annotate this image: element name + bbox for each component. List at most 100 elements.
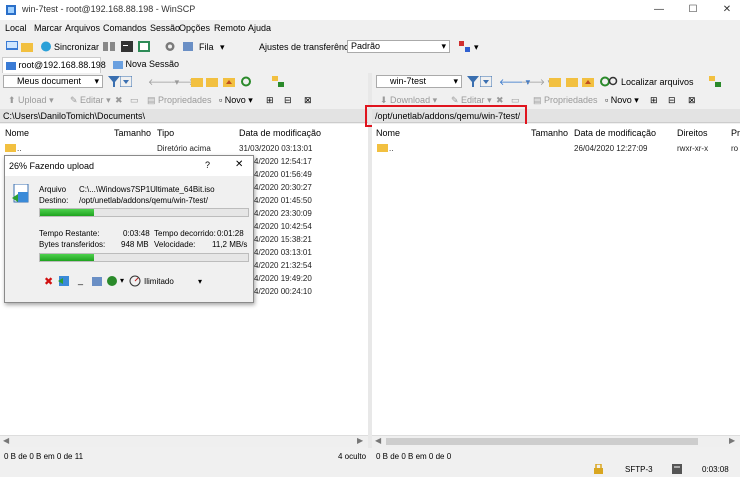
elapsed-value: 0:01:28 [217, 229, 244, 238]
rename-icon[interactable]: ▭ [130, 95, 139, 106]
unselect-icon[interactable]: ⊟ [668, 95, 676, 106]
find-icon[interactable] [272, 76, 284, 89]
right-col-name[interactable]: Nome [376, 128, 400, 138]
select-all-icon[interactable]: ⊞ [650, 95, 658, 106]
sync-button[interactable]: Sincronizar [54, 42, 99, 52]
left-col-name[interactable]: Nome [5, 128, 29, 138]
speed-limit-dropdown-icon[interactable]: ▾ [198, 277, 202, 286]
find-files-button[interactable]: Localizar arquivos [621, 77, 694, 87]
sync-icon[interactable] [40, 41, 52, 54]
filter-icon[interactable] [108, 76, 120, 89]
scroll-left-icon[interactable]: ◀ [375, 436, 381, 445]
right-col-date[interactable]: Data de modificação [574, 128, 656, 138]
compare-icon[interactable] [709, 76, 721, 89]
new-button[interactable]: ▫ Novo ▾ [605, 95, 639, 106]
refresh-icon[interactable] [240, 76, 252, 89]
minimize-dialog-icon[interactable]: _ [78, 275, 83, 285]
chevron-down-icon: ▾ [94, 76, 99, 86]
filter-mask-icon[interactable]: ⊠ [304, 95, 312, 106]
left-path-text: C:\Users\DaniloTomich\Documents\ [3, 111, 146, 121]
settings-gear-icon[interactable] [164, 41, 176, 54]
filter-dropdown-icon[interactable] [479, 75, 493, 89]
left-col-type[interactable]: Tipo [157, 128, 174, 138]
left-location-select[interactable]: Meus document ▾ [3, 75, 103, 88]
menu-comandos[interactable]: Comandos [103, 23, 147, 33]
minimize-button[interactable]: — [652, 3, 666, 17]
terminal-icon[interactable] [121, 41, 133, 54]
edit-button[interactable]: ✎ Editar ▾ [70, 95, 111, 106]
right-location-select[interactable]: win-7test ▾ [376, 75, 462, 88]
new-button[interactable]: ▫ Novo ▾ [219, 95, 253, 106]
properties-button[interactable]: ▤ Propriedades [147, 95, 212, 106]
total-progress-bar [39, 253, 249, 262]
forward-arrow-icon[interactable]: 🡒 ▾ [521, 77, 552, 88]
local-panel-icon[interactable] [6, 41, 18, 54]
window-title: win-7test - root@192.168.88.198 - WinSCP [22, 4, 196, 14]
unselect-icon[interactable]: ⊟ [284, 95, 292, 106]
left-hidden-count[interactable]: 4 oculto [338, 452, 366, 461]
left-row-name[interactable]: .. [17, 144, 21, 153]
right-col-rights[interactable]: Direitos [677, 128, 708, 138]
tab-session[interactable]: root@192.168.88.198 [2, 57, 106, 73]
speed-limit-select[interactable]: Ilimitado [144, 277, 174, 286]
menu-local[interactable]: Local [5, 23, 27, 33]
delete-icon[interactable]: ✖ [115, 95, 123, 106]
menu-ajuda[interactable]: Ajuda [248, 23, 271, 33]
chevron-down-icon: ▾ [441, 41, 446, 51]
root-folder-icon[interactable] [206, 76, 218, 89]
left-col-date[interactable]: Data de modificação [239, 128, 321, 138]
filter-icon[interactable] [467, 76, 479, 89]
menu-remoto[interactable]: Remoto [214, 23, 246, 33]
elapsed-label: Tempo decorrido: [154, 229, 216, 238]
root-folder-icon[interactable] [566, 76, 578, 89]
scroll-thumb[interactable] [386, 438, 698, 445]
dialog-close-button[interactable]: ✕ [235, 159, 243, 170]
compare-dirs-icon[interactable] [103, 41, 115, 54]
properties-button[interactable]: ▤ Propriedades [533, 95, 598, 106]
move-to-background-icon[interactable] [58, 275, 70, 289]
tab-new-session[interactable]: Nova Sessão [103, 57, 183, 72]
scroll-left-icon[interactable]: ◀ [3, 436, 9, 445]
queue-dropdown-icon[interactable]: ▾ [220, 42, 225, 53]
queue-icon[interactable] [91, 275, 103, 289]
putty-icon[interactable] [138, 41, 150, 54]
once-done-dropdown-icon[interactable]: ▾ [120, 276, 124, 285]
filter-dropdown-icon[interactable] [119, 75, 133, 89]
menu-arquivos[interactable]: Arquivos [65, 23, 100, 33]
folder-compare-icon[interactable] [21, 41, 33, 54]
filter-mask-icon[interactable]: ⊠ [688, 95, 696, 106]
right-col-owner[interactable]: Pr [731, 128, 740, 138]
transfer-options-icon[interactable] [459, 41, 471, 54]
right-file-list[interactable] [372, 124, 740, 447]
new-session-icon [113, 60, 123, 69]
right-col-size[interactable]: Tamanho [531, 128, 568, 138]
cancel-icon[interactable]: ✖ [44, 275, 53, 288]
left-h-scrollbar[interactable]: ◀ ▶ [0, 435, 368, 447]
left-path-bar[interactable]: C:\Users\DaniloTomich\Documents\ [0, 109, 368, 123]
dialog-title: 26% Fazendo upload [9, 161, 95, 171]
menu-sessao[interactable]: Sessão [150, 23, 180, 33]
transfer-settings-select[interactable]: Padrão ▾ [347, 40, 450, 53]
once-done-icon[interactable] [106, 275, 118, 289]
scroll-right-icon[interactable]: ▶ [729, 436, 735, 445]
queue-icon[interactable] [183, 41, 195, 54]
scroll-right-icon[interactable]: ▶ [357, 436, 363, 445]
select-all-icon[interactable]: ⊞ [266, 95, 274, 106]
dialog-help-button[interactable]: ? [205, 160, 210, 170]
maximize-button[interactable]: ☐ [686, 3, 700, 17]
home-folder-icon[interactable] [223, 76, 235, 89]
find-files-icon[interactable] [608, 76, 620, 89]
home-folder-icon[interactable] [582, 76, 594, 89]
queue-button[interactable]: Fila [199, 42, 214, 52]
parent-folder-icon[interactable] [549, 76, 561, 89]
right-row-name[interactable]: .. [389, 144, 393, 153]
title-bar: win-7test - root@192.168.88.198 - WinSCP… [0, 0, 740, 20]
transfer-options-dropdown-icon[interactable]: ▾ [474, 42, 479, 53]
close-window-button[interactable]: ✕ [720, 3, 734, 17]
left-col-size[interactable]: Tamanho [114, 128, 151, 138]
right-h-scrollbar[interactable]: ◀ ▶ [372, 435, 740, 447]
menu-marcar[interactable]: Marcar [34, 23, 62, 33]
parent-folder-icon[interactable] [191, 76, 203, 89]
menu-opcoes[interactable]: Opções [179, 23, 210, 33]
upload-button[interactable]: ⬆ Upload ▾ [8, 95, 54, 106]
